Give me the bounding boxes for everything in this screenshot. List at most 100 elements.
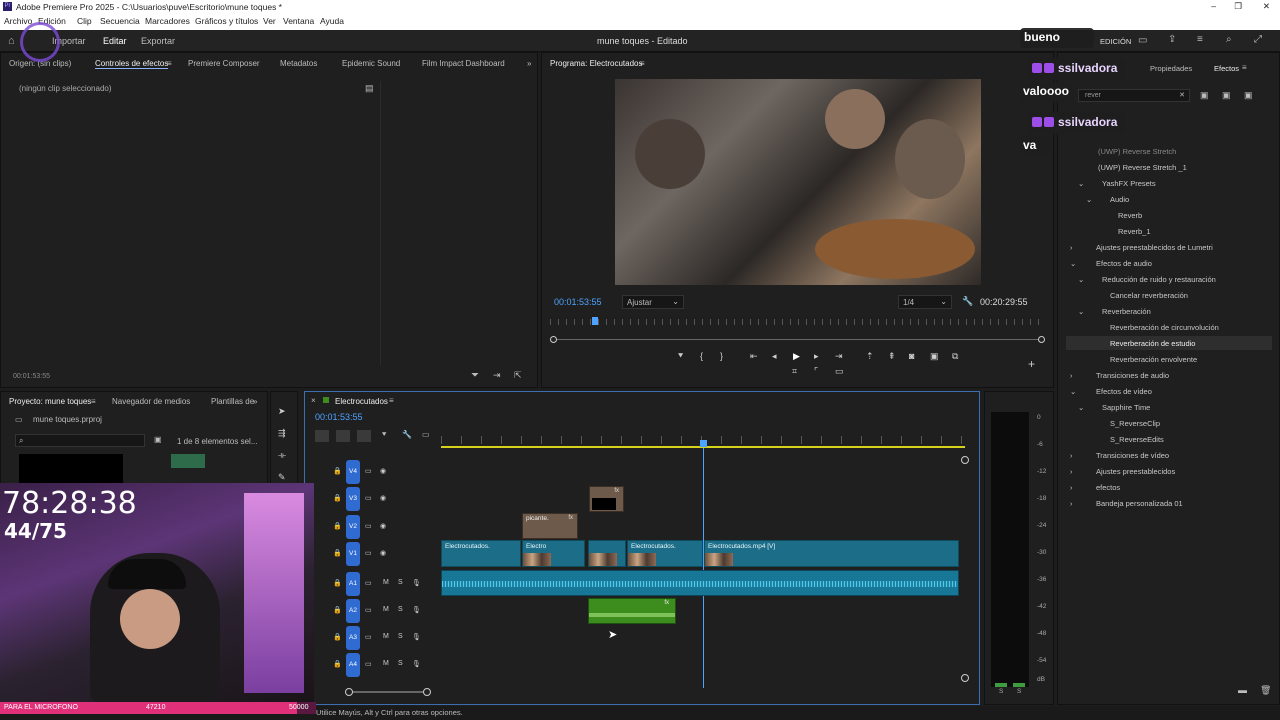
go-to-in-icon[interactable]: ⇤ — [750, 351, 758, 362]
mute-button[interactable]: M — [383, 579, 389, 586]
track-select-icon[interactable]: ⇶ — [278, 428, 286, 439]
bin-icon[interactable]: ▣ — [154, 435, 162, 444]
folder-sapphire-time[interactable]: Sapphire Time — [1102, 403, 1150, 412]
media-thumbnail[interactable] — [19, 454, 123, 484]
panel-toggle-icon[interactable]: ▤ — [365, 83, 374, 94]
folder-ajustes-preestablecidos[interactable]: Ajustes preestablecidos — [1096, 467, 1175, 476]
vertical-scroll-handle[interactable] — [961, 674, 969, 682]
yuv-effects-icon[interactable]: ▣ — [1244, 90, 1253, 101]
chevron-down-icon[interactable]: ⌄ — [1078, 307, 1084, 316]
chevron-right-icon[interactable]: › — [1070, 243, 1073, 252]
folder-reverberacion[interactable]: Reverberación — [1102, 307, 1151, 316]
close-icon[interactable]: × — [311, 396, 316, 405]
menu-icon[interactable]: ≡ — [91, 397, 96, 406]
menu-icon[interactable]: ≡ — [1197, 34, 1203, 45]
tab-efectos[interactable]: Efectos — [1214, 64, 1239, 73]
chevron-right-icon[interactable]: › — [1070, 451, 1073, 460]
v1-clip-1[interactable]: Electrocutados. — [441, 540, 521, 567]
lock-icon[interactable]: 🔒 — [333, 606, 342, 614]
fullscreen-icon[interactable]: ⤢ — [1254, 34, 1262, 45]
more-tabs-icon[interactable]: » — [253, 397, 257, 406]
tab-film-impact[interactable]: Film Impact Dashboard — [422, 59, 505, 68]
snap-icon[interactable] — [336, 430, 350, 442]
menu-ver[interactable]: Ver — [263, 16, 276, 26]
menu-marcadores[interactable]: Marcadores — [145, 16, 190, 26]
tab-proyecto[interactable]: Proyecto: mune toques — [9, 397, 91, 406]
effect-reverb-envolvente[interactable]: Reverberación envolvente — [1110, 355, 1197, 364]
extract-icon[interactable]: ⇞ — [888, 351, 896, 362]
effect-uwp-reverse-stretch-1[interactable]: (UWP) Reverse Stretch _1 — [1098, 163, 1187, 172]
chevron-right-icon[interactable]: › — [1070, 483, 1073, 492]
project-search-input[interactable]: ⌕ — [15, 434, 145, 447]
a2-audio-clip[interactable]: fx — [588, 598, 676, 624]
timeline-timecode[interactable]: 00:01:53:55 — [315, 412, 363, 422]
menu-graficos[interactable]: Gráficos y títulos — [195, 16, 258, 26]
chevron-down-icon[interactable]: ⌄ — [1070, 259, 1076, 268]
track-target-a1[interactable]: A1 — [346, 572, 360, 596]
effect-cancelar-reverberacion[interactable]: Cancelar reverberación — [1110, 291, 1188, 300]
track-target-a3[interactable]: A3 — [346, 626, 360, 650]
scroll-handle-left[interactable] — [550, 336, 557, 343]
sync-icon[interactable]: ▭ — [365, 522, 372, 530]
mark-out-icon[interactable]: } — [720, 351, 723, 361]
effect-s-reverseedits[interactable]: S_ReverseEdits — [1110, 435, 1164, 444]
v1-clip-3[interactable] — [588, 540, 626, 567]
mic-icon[interactable]: 🎙 — [412, 660, 421, 668]
camera-icon[interactable]: ◙ — [909, 351, 914, 361]
tab-propiedades[interactable]: Propiedades — [1150, 64, 1192, 73]
tab-exportar[interactable]: Exportar — [141, 36, 175, 46]
menu-icon[interactable]: ≡ — [389, 396, 394, 405]
folder-transiciones-audio[interactable]: Transiciones de audio — [1096, 371, 1169, 380]
wrench-icon[interactable]: 🔧 — [402, 430, 412, 439]
mic-icon[interactable]: 🎙 — [412, 579, 421, 587]
home-icon[interactable]: ⌂ — [8, 35, 15, 47]
solo-left-button[interactable]: S — [999, 688, 1003, 695]
eye-icon[interactable]: ◉ — [380, 549, 386, 557]
v1-clip-4[interactable]: Electrocutados. — [627, 540, 703, 567]
lock-icon[interactable]: 🔒 — [333, 633, 342, 641]
lock-icon[interactable]: 🔒 — [333, 549, 342, 557]
track-target-a2[interactable]: A2 — [346, 599, 360, 623]
mic-icon[interactable]: 🎙 — [412, 606, 421, 614]
trim-icon[interactable]: ⌜ — [814, 366, 818, 377]
multicam-icon[interactable]: ⧉ — [952, 351, 958, 362]
menu-ayuda[interactable]: Ayuda — [320, 16, 344, 26]
vertical-scroll-handle[interactable] — [961, 456, 969, 464]
zoom-handle-left[interactable] — [345, 688, 353, 696]
sync-icon[interactable]: ▭ — [365, 549, 372, 557]
add-button-icon[interactable]: + — [1028, 357, 1035, 371]
solo-button[interactable]: S — [398, 660, 403, 667]
compare-icon[interactable]: ▣ — [930, 351, 939, 362]
selection-tool-icon[interactable]: ➤ — [278, 406, 286, 417]
lock-icon[interactable]: 🔒 — [333, 522, 342, 530]
tab-epidemic-sound[interactable]: Epidemic Sound — [342, 59, 400, 68]
tab-premiere-composer[interactable]: Premiere Composer — [188, 59, 260, 68]
menu-icon[interactable]: ≡ — [640, 59, 645, 68]
minimize-button[interactable]: – — [1211, 1, 1216, 11]
menu-ventana[interactable]: Ventana — [283, 16, 314, 26]
solo-right-button[interactable]: S — [1017, 688, 1021, 695]
folder-lumetri[interactable]: Ajustes preestablecidos de Lumetri — [1096, 243, 1213, 252]
folder-efectos[interactable]: efectos — [1096, 483, 1120, 492]
folder-audio[interactable]: Audio — [1110, 195, 1129, 204]
more-tabs-icon[interactable]: » — [527, 59, 531, 68]
export-icon[interactable]: ⇥ — [493, 370, 501, 381]
v1-clip-5[interactable]: Electrocutados.mp4 [V] — [704, 540, 959, 567]
track-target-a4[interactable]: A4 — [346, 653, 360, 677]
step-back-icon[interactable]: ◂ — [772, 351, 777, 362]
playhead-handle[interactable] — [700, 440, 707, 447]
lock-icon[interactable]: 🔒 — [333, 467, 342, 475]
workspaces-icon[interactable]: ▭ — [1138, 35, 1147, 46]
marker-icon[interactable]: ⯆ — [677, 351, 684, 362]
lift-icon[interactable]: ⇡ — [866, 351, 874, 362]
fit-dropdown[interactable]: Ajustar ⌄ — [622, 295, 684, 309]
lock-icon[interactable]: 🔒 — [333, 579, 342, 587]
solo-button[interactable]: S — [398, 579, 403, 586]
menu-icon[interactable]: ≡ — [1242, 63, 1247, 72]
search-icon[interactable]: ⌕ — [1226, 34, 1232, 45]
close-button[interactable]: ✕ — [1263, 1, 1270, 12]
chevron-right-icon[interactable]: › — [1070, 499, 1073, 508]
32bit-effects-icon[interactable]: ▣ — [1222, 90, 1231, 101]
folder-yashfx-presets[interactable]: YashFX Presets — [1102, 179, 1156, 188]
zoom-scrollbar[interactable] — [554, 339, 1042, 340]
